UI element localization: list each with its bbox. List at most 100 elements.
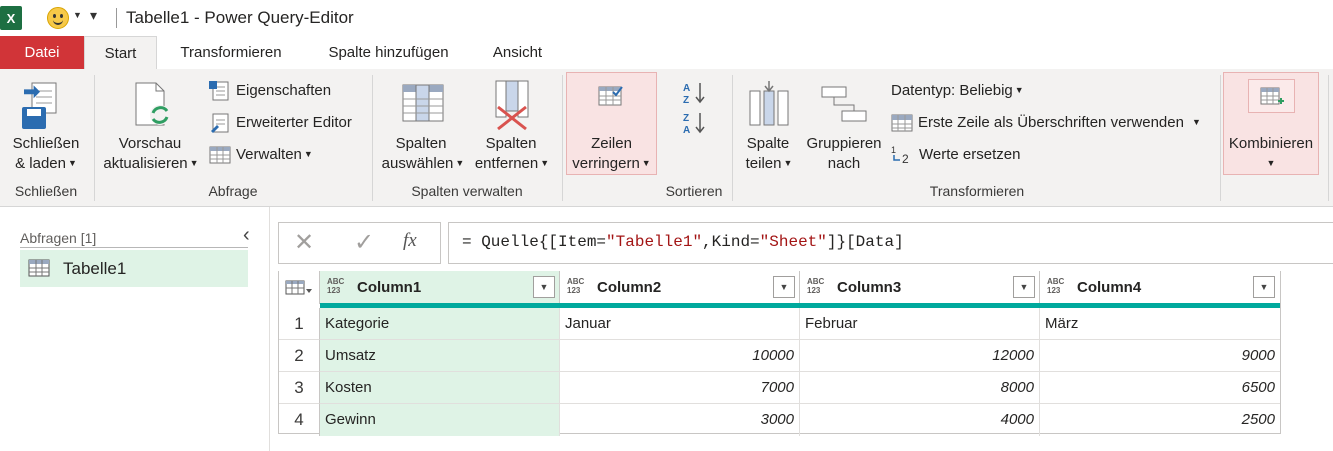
chevron-down-icon: ▼: [303, 149, 313, 159]
column-filter-dropdown-icon[interactable]: ▼: [1253, 276, 1275, 298]
chevron-down-icon: ▼: [455, 158, 465, 168]
quick-access-customize-icon[interactable]: ▾: [90, 7, 97, 24]
datatype-label: Datentyp: Beliebig: [891, 82, 1013, 99]
tab-transformieren[interactable]: Transformieren: [163, 36, 299, 69]
group-divider: [372, 75, 373, 201]
formula-text: = Quelle{[Item="Tabelle1",Kind="Sheet"]}…: [462, 233, 904, 251]
collapse-pane-icon[interactable]: ‹: [243, 225, 250, 245]
column-filter-dropdown-icon[interactable]: ▼: [533, 276, 555, 298]
split-column-label-1: Spalte: [746, 135, 790, 152]
feedback-smiley-icon[interactable]: [47, 7, 69, 29]
close-and-load-label-1: Schließen: [12, 135, 80, 152]
properties-icon: [209, 81, 229, 101]
chevron-down-icon: ▼: [1266, 158, 1276, 168]
row-number[interactable]: 3: [279, 372, 320, 404]
group-label-manage-columns: Spalten verwalten: [411, 183, 523, 199]
sort-ascending-icon: A Z: [683, 83, 705, 105]
fx-icon[interactable]: fx: [403, 230, 417, 252]
group-divider: [94, 75, 95, 201]
column-name: Column1: [357, 279, 422, 296]
formula-string-literal: "Tabelle1": [606, 233, 703, 251]
table-cell[interactable]: 2500: [1040, 404, 1280, 436]
table-cell[interactable]: 6500: [1040, 372, 1280, 404]
row-number[interactable]: 4: [279, 404, 320, 436]
column-name: Column2: [597, 279, 662, 296]
sort-descending-icon: Z A: [683, 113, 705, 135]
table-cell[interactable]: Kosten: [320, 372, 560, 404]
table-menu-icon: [285, 280, 312, 295]
queries-header: Abfragen [1]: [20, 230, 97, 246]
advanced-editor-icon: [211, 113, 229, 133]
reduce-rows-label-2-wrap: verringern ▼: [567, 153, 656, 174]
title-bar: X ▼ ▾ Tabelle1 - Power Query-Editor: [0, 0, 1333, 36]
group-divider: [732, 75, 733, 201]
column-header-2[interactable]: ABC 123 Column2 ▼: [560, 271, 800, 304]
tab-datei[interactable]: Datei: [0, 36, 84, 69]
table-cell[interactable]: 12000: [800, 340, 1040, 372]
tab-ansicht[interactable]: Ansicht: [478, 36, 557, 69]
formula-token: ]}[Data]: [826, 233, 904, 251]
table-cell[interactable]: Gewinn: [320, 404, 560, 436]
reduce-rows-button[interactable]: Zeilen verringern ▼: [566, 72, 657, 175]
group-by-label-2: nach: [827, 155, 861, 172]
tab-spalte-hinzufuegen[interactable]: Spalte hinzufügen: [309, 36, 468, 69]
advanced-editor-label: Erweiterter Editor: [236, 114, 352, 131]
group-label-sort: Sortieren: [665, 183, 723, 199]
column-filter-dropdown-icon[interactable]: ▼: [1013, 276, 1035, 298]
refresh-preview-label-2: aktualisieren: [103, 155, 188, 172]
tab-start[interactable]: Start: [84, 36, 157, 69]
use-first-row-headers-icon: [891, 114, 913, 132]
query-item-tabelle1[interactable]: [20, 250, 248, 287]
commit-formula-icon[interactable]: ✓: [354, 228, 374, 257]
column-header-3[interactable]: ABC 123 Column3 ▼: [800, 271, 1040, 304]
chevron-down-icon: ▼: [783, 158, 793, 168]
remove-columns-label-2: entfernen: [474, 155, 539, 172]
reduce-rows-label-1: Zeilen: [591, 135, 632, 152]
any-type-icon: ABC 123: [327, 277, 345, 295]
group-divider: [562, 75, 563, 201]
combine-button[interactable]: Kombinieren ▼: [1223, 72, 1319, 175]
formula-string-literal: "Sheet": [759, 233, 827, 251]
table-cell[interactable]: 7000: [560, 372, 800, 404]
window-title: Tabelle1 - Power Query-Editor: [126, 8, 354, 27]
table-cell[interactable]: März: [1040, 308, 1280, 340]
table-menu-cell[interactable]: [279, 271, 320, 304]
table-cell[interactable]: Umsatz: [320, 340, 560, 372]
table-cell[interactable]: 8000: [800, 372, 1040, 404]
chevron-down-icon: ▼: [1014, 85, 1024, 95]
combine-icon: [1260, 87, 1284, 105]
chevron-down-icon: ▼: [189, 158, 199, 168]
table-cell[interactable]: Februar: [800, 308, 1040, 340]
manage-label-wrap: Verwalten ▼: [236, 146, 313, 163]
row-number[interactable]: 1: [279, 308, 320, 340]
table-cell[interactable]: 4000: [800, 404, 1040, 436]
table-cell[interactable]: 9000: [1040, 340, 1280, 372]
formula-token: = Quelle{[Item=: [462, 233, 607, 251]
queries-header-underline: [20, 247, 248, 248]
svg-text:2: 2: [902, 152, 909, 165]
close-and-load-label-2: & laden: [15, 155, 66, 172]
column-filter-dropdown-icon[interactable]: ▼: [773, 276, 795, 298]
svg-text:A: A: [683, 83, 690, 94]
table-cell[interactable]: 10000: [560, 340, 800, 372]
row-number[interactable]: 2: [279, 340, 320, 372]
cancel-formula-icon[interactable]: ✕: [294, 228, 314, 257]
chevron-down-icon: ▼: [67, 158, 77, 168]
feedback-dropdown-icon[interactable]: ▼: [73, 10, 82, 20]
reduce-rows-label-2: verringern: [572, 155, 640, 172]
datatype-dropdown[interactable]: Datentyp: Beliebig ▼: [891, 82, 1024, 99]
split-column-label-2: teilen: [745, 155, 782, 172]
select-columns-label-2-wrap: auswählen ▼: [376, 153, 470, 174]
column-header-4[interactable]: ABC 123 Column4 ▼: [1040, 271, 1280, 304]
reduce-rows-icon: [598, 86, 623, 106]
column-header-1[interactable]: ABC 123 Column1 ▼: [320, 271, 560, 304]
titlebar-divider: [116, 8, 117, 28]
table-cell[interactable]: 3000: [560, 404, 800, 436]
ribbon-tabs: Datei Start Transformieren Spalte hinzuf…: [0, 36, 1333, 69]
ribbon: Schließen & laden ▼ Schließen Vorschau ak…: [0, 69, 1333, 207]
chevron-down-icon: ▼: [540, 158, 550, 168]
svg-text:A: A: [683, 125, 690, 135]
any-type-icon: ABC 123: [567, 277, 585, 295]
table-cell[interactable]: Kategorie: [320, 308, 560, 340]
table-cell[interactable]: Januar: [560, 308, 800, 340]
